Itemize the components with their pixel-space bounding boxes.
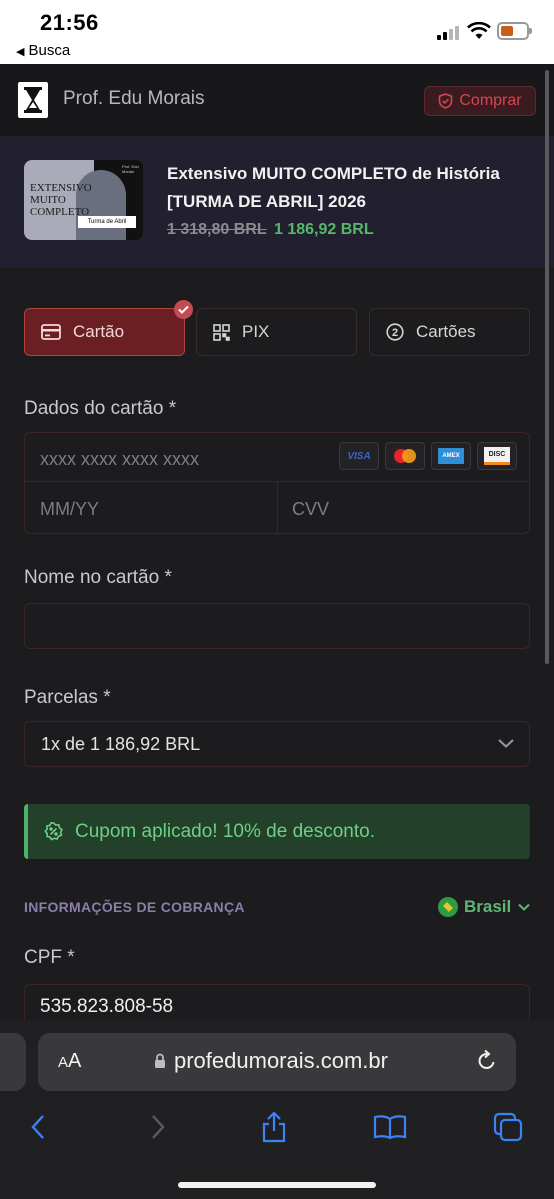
- tabs-icon: [493, 1112, 523, 1142]
- svg-text:2: 2: [392, 327, 398, 339]
- name-on-card-input[interactable]: [24, 603, 530, 649]
- country-label: Brasil: [464, 897, 512, 916]
- safari-toolbar: AA profedumorais.com.br: [0, 1021, 554, 1199]
- chevron-right-icon: [152, 1115, 165, 1139]
- thumbnail-author: Prof. Edu Morais: [122, 164, 139, 174]
- cvv-input[interactable]: CVV: [292, 499, 329, 520]
- billing-info-heading: INFORMAÇÕES DE COBRANÇA: [24, 899, 245, 915]
- home-indicator: [178, 1182, 376, 1188]
- tab-cartao-label: Cartão: [73, 322, 125, 341]
- reader-options-button[interactable]: AA: [58, 1050, 81, 1073]
- chevron-left-icon: [31, 1115, 44, 1139]
- site-header: Prof. Edu Morais Comprar: [0, 64, 554, 136]
- name-on-card-label: Nome no cartão *: [24, 567, 172, 588]
- amex-label: AMEX: [438, 448, 464, 464]
- brazil-flag-icon: [438, 897, 458, 917]
- bookmarks-button[interactable]: [370, 1107, 410, 1147]
- discover-icon: DISC: [477, 442, 517, 470]
- product-thumbnail: EXTENSIVO MUITO COMPLETO Turma de Abril …: [24, 160, 143, 240]
- discover-label: DISC: [484, 447, 510, 465]
- buy-button[interactable]: Comprar: [424, 86, 536, 116]
- product-title: Extensivo MUITO COMPLETO de História [TU…: [167, 164, 500, 211]
- status-time: 21:56: [40, 10, 99, 35]
- share-button[interactable]: [254, 1107, 294, 1147]
- tab-pix-label: PIX: [242, 322, 270, 341]
- tab-cartao[interactable]: Cartão: [24, 308, 185, 356]
- chevron-down-icon: [498, 739, 514, 748]
- share-icon: [262, 1111, 286, 1143]
- back-to-app-link[interactable]: ◀ Busca: [16, 42, 70, 59]
- back-triangle-icon: ◀: [16, 46, 25, 58]
- coupon-message: Cupom aplicado! 10% de desconto.: [75, 820, 375, 842]
- original-price: 1 318,80 BRL: [167, 221, 267, 238]
- tab-pix[interactable]: PIX: [196, 308, 357, 356]
- card-number-input[interactable]: xxxx xxxx xxxx xxxx: [40, 449, 199, 470]
- url-display[interactable]: profedumorais.com.br: [154, 1048, 388, 1074]
- cpf-label: CPF *: [24, 947, 75, 968]
- selected-check-icon: [174, 300, 193, 319]
- lock-icon: [155, 1053, 165, 1068]
- address-bar[interactable]: AA profedumorais.com.br: [38, 1033, 516, 1091]
- chevron-down-icon: [518, 903, 530, 911]
- card-data-label: Dados do cartão *: [24, 398, 177, 419]
- safari-nav-row: [0, 1107, 554, 1147]
- credit-card-icon: [41, 324, 61, 340]
- hourglass-logo-icon: [18, 82, 48, 118]
- card-details-group: xxxx xxxx xxxx xxxx VISA AMEX DISC MM/YY…: [24, 432, 530, 534]
- mastercard-icon: [385, 442, 425, 470]
- card-brands: VISA AMEX DISC: [339, 442, 517, 470]
- cpf-value: 535.823.808-58: [40, 996, 174, 1017]
- installments-select[interactable]: 1x de 1 186,92 BRL: [24, 721, 530, 767]
- back-button[interactable]: [18, 1107, 58, 1147]
- expiry-input[interactable]: MM/YY: [40, 499, 99, 520]
- amex-icon: AMEX: [431, 442, 471, 470]
- discounted-price: 1 186,92 BRL: [274, 221, 374, 238]
- tabs-button[interactable]: [488, 1107, 528, 1147]
- battery-icon: [497, 22, 532, 40]
- url-text: profedumorais.com.br: [174, 1048, 388, 1073]
- previous-tab-preview[interactable]: [0, 1033, 26, 1091]
- status-bar: 21:56 ◀ Busca: [0, 0, 554, 64]
- tab-cartoes[interactable]: 2 Cartões: [369, 308, 530, 356]
- reload-icon[interactable]: [476, 1049, 498, 1073]
- thumbnail-tag: Turma de Abril: [78, 216, 136, 228]
- open-book-icon: [373, 1115, 407, 1140]
- wifi-icon: [467, 22, 491, 39]
- installments-value: 1x de 1 186,92 BRL: [41, 734, 201, 754]
- buy-button-label: Comprar: [459, 92, 522, 109]
- country-selector[interactable]: Brasil: [438, 897, 531, 917]
- brand-name: Prof. Edu Morais: [63, 88, 205, 109]
- qr-code-icon: [213, 323, 230, 341]
- discount-badge-icon: [44, 822, 63, 841]
- shield-check-icon: [439, 93, 453, 109]
- coupon-applied-banner: Cupom aplicado! 10% de desconto.: [24, 804, 530, 859]
- visa-icon: VISA: [339, 442, 379, 470]
- page-scrollbar[interactable]: [545, 70, 549, 664]
- back-label: Busca: [28, 42, 71, 59]
- cellular-signal-icon: [437, 24, 463, 40]
- forward-button[interactable]: [138, 1107, 178, 1147]
- thumbnail-title: EXTENSIVO MUITO COMPLETO: [30, 182, 92, 218]
- installments-label: Parcelas *: [24, 687, 111, 708]
- number-2-icon: 2: [386, 323, 404, 341]
- tab-cartoes-label: Cartões: [416, 322, 476, 341]
